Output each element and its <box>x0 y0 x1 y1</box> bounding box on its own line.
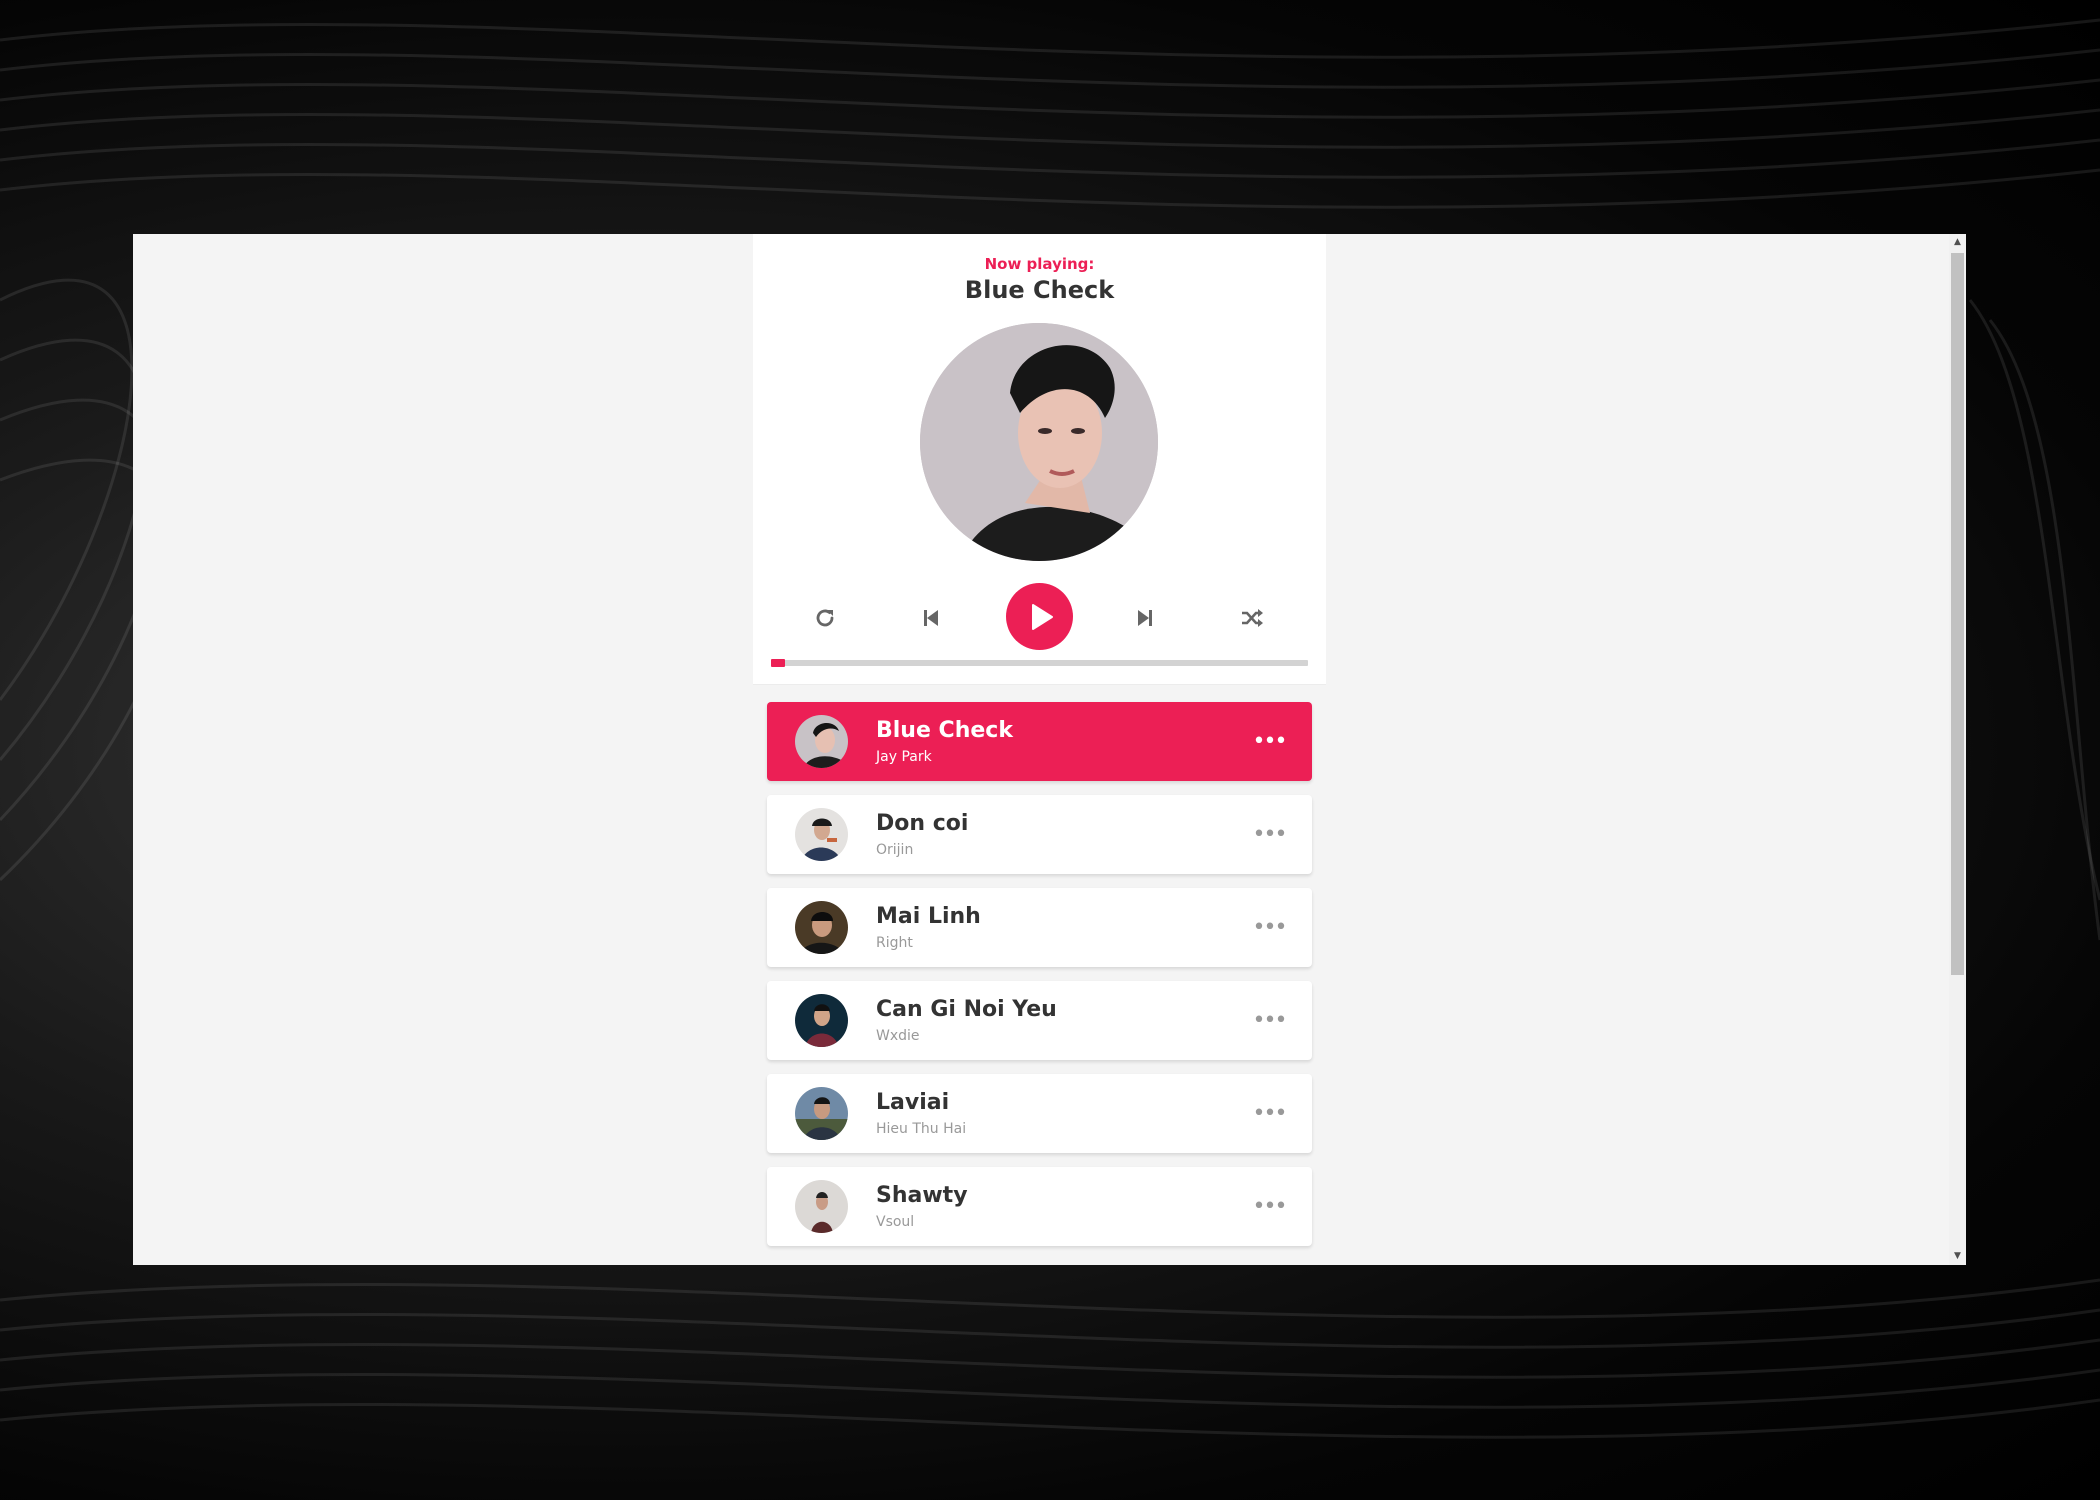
playlist-song[interactable]: Can Gi Noi Yeu Wxdie ••• <box>767 981 1312 1060</box>
artist-portrait <box>920 323 1158 561</box>
player-controls <box>753 583 1326 653</box>
prev-button[interactable] <box>914 601 948 635</box>
next-button[interactable] <box>1128 601 1162 635</box>
more-options-icon: ••• <box>1252 821 1288 847</box>
progress-bar[interactable] <box>771 659 1308 667</box>
song-options-button[interactable]: ••• <box>1252 728 1288 754</box>
playlist-song[interactable]: Mai Linh Right ••• <box>767 888 1312 967</box>
repeat-icon <box>816 609 834 627</box>
song-thumbnail <box>795 994 848 1047</box>
playlist-song[interactable]: Don coi Orijin ••• <box>767 795 1312 874</box>
scroll-up-arrow-icon[interactable]: ▲ <box>1949 234 1966 251</box>
song-title: Mai Linh <box>876 904 981 929</box>
song-options-button[interactable]: ••• <box>1252 821 1288 847</box>
playlist-song[interactable]: Laviai Hieu Thu Hai ••• <box>767 1074 1312 1153</box>
song-title: Can Gi Noi Yeu <box>876 997 1057 1022</box>
song-options-button[interactable]: ••• <box>1252 1007 1288 1033</box>
song-author: Hieu Thu Hai <box>876 1121 967 1137</box>
browser-window: Now playing: Blue Check Blue Check Jay P… <box>133 234 1966 1265</box>
song-thumbnail <box>795 715 848 768</box>
song-author: Jay Park <box>876 749 932 765</box>
song-options-button[interactable]: ••• <box>1252 1193 1288 1219</box>
song-author: Wxdie <box>876 1028 920 1044</box>
playlist-song[interactable]: Blue Check Jay Park ••• <box>767 702 1312 781</box>
song-thumbnail <box>795 808 848 861</box>
song-title: Blue Check <box>876 718 1013 743</box>
play-button[interactable] <box>1006 583 1073 650</box>
cd-thumbnail <box>920 323 1158 561</box>
now-playing-label: Now playing: <box>984 255 1095 273</box>
song-options-button[interactable]: ••• <box>1252 914 1288 940</box>
more-options-icon: ••• <box>1252 728 1288 754</box>
music-player: Now playing: Blue Check Blue Check Jay P… <box>753 234 1326 1265</box>
scroll-down-arrow-icon[interactable]: ▼ <box>1949 1248 1966 1265</box>
song-title: Shawty <box>876 1183 968 1208</box>
play-icon <box>1031 603 1053 630</box>
shuffle-icon <box>1242 609 1263 627</box>
playlist-song[interactable]: Shawty Vsoul ••• <box>767 1167 1312 1246</box>
more-options-icon: ••• <box>1252 914 1288 940</box>
scrollbar-thumb[interactable] <box>1951 253 1964 975</box>
song-title: Don coi <box>876 811 969 836</box>
song-thumbnail <box>795 1087 848 1140</box>
repeat-button[interactable] <box>808 601 842 635</box>
skip-forward-icon <box>1138 610 1152 626</box>
current-song-title: Blue Check <box>964 276 1115 304</box>
more-options-icon: ••• <box>1252 1007 1288 1033</box>
skip-back-icon <box>924 610 938 626</box>
more-options-icon: ••• <box>1252 1100 1288 1126</box>
vertical-scrollbar[interactable]: ▲ ▼ <box>1949 234 1966 1265</box>
shuffle-button[interactable] <box>1235 601 1269 635</box>
song-options-button[interactable]: ••• <box>1252 1100 1288 1126</box>
song-author: Orijin <box>876 842 914 858</box>
song-title: Laviai <box>876 1090 950 1115</box>
progress-fill <box>771 659 785 667</box>
song-thumbnail <box>795 1180 848 1233</box>
song-author: Vsoul <box>876 1214 915 1230</box>
song-author: Right <box>876 935 913 951</box>
player-dashboard: Now playing: Blue Check <box>753 234 1326 685</box>
more-options-icon: ••• <box>1252 1193 1288 1219</box>
song-thumbnail <box>795 901 848 954</box>
